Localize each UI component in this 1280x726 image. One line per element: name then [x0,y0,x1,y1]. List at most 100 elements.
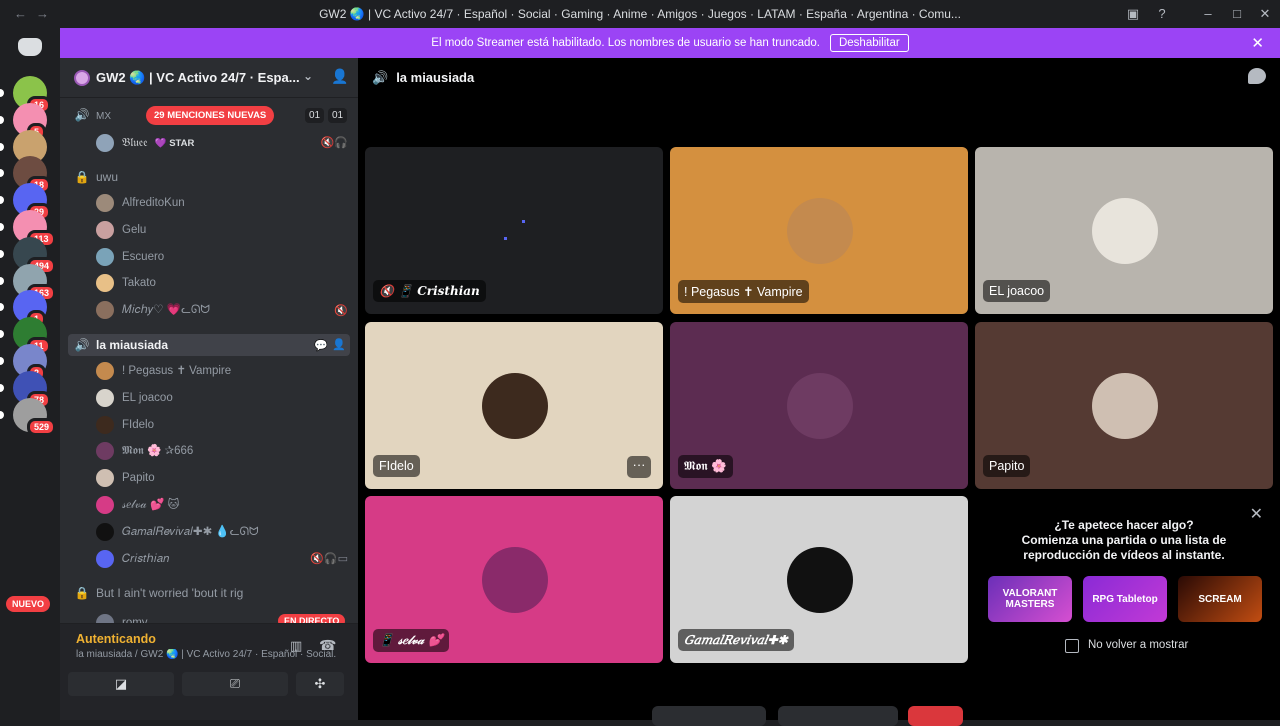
unread-indicator [0,276,4,285]
avatar [96,194,114,212]
avatar [96,301,114,320]
maximize-icon[interactable]: □ [1228,5,1246,23]
dont-show-again-label: No volver a mostrar [1088,639,1189,651]
new-mentions-badge[interactable]: 29 MENCIONES NUEVAS [146,106,275,125]
unread-indicator [0,330,4,339]
chevron-down-icon[interactable]: ⌄ [303,69,313,83]
voice-user[interactable]: Escuero [96,247,164,266]
voice-channel-uwu[interactable]: 🔒 uwu [74,170,119,184]
voice-user[interactable]: ! Pegasus ✝ Vampire [96,362,231,380]
activity-suggestion-panel: ✕ ¿Te apetece hacer algo? Comienza una p… [975,496,1273,663]
minimize-icon[interactable]: – [1199,5,1217,23]
participant-tile[interactable]: 𝐺𝑎𝑚𝑎𝑙𝑅𝑒𝑣𝑖𝑣𝑎𝑙✚✱ [670,496,968,663]
muted-deafened-icon: 🔇🎧▭ [310,553,348,565]
participant-tile[interactable]: EL joacoo [975,147,1273,314]
loading-indicator [504,237,507,240]
close-banner-icon[interactable]: ✕ [1251,34,1264,52]
channel-name: la miausiada [396,70,475,85]
participant-name: Papito [983,455,1031,477]
activity-card-rpg[interactable]: RPG Tabletop [1083,576,1167,622]
unread-indicator [0,249,4,258]
loading-indicator [522,220,525,223]
mic-control[interactable] [652,706,766,726]
dont-show-again-checkbox[interactable] [1065,639,1079,653]
participant-avatar [1092,373,1158,439]
server-rail: 1651829113494163111278529 NUEVO [0,28,60,720]
participant-name: ! Pegasus ✝ Vampire [678,280,809,303]
lock-icon: 🔒 [74,586,90,600]
more-options-icon[interactable]: ··· [627,456,651,478]
disconnect-icon[interactable]: ☎ [319,637,336,654]
voice-user[interactable]: AlfreditoKun [96,194,185,212]
participant-tile[interactable]: 🔇 📱 𝑪𝒓𝒊𝒔𝒕𝒉𝒊𝒂𝒏 [365,147,663,314]
voice-user[interactable]: 𝐺𝑎𝑚𝑎𝑙𝑅𝑒𝑣𝑖𝑣𝑎𝑙✚✱ 💧ᓚᘏᗢ [96,522,259,541]
participant-avatar [787,198,853,264]
user-limit: 01 [328,108,348,123]
screen-share-button[interactable]: ⎚ [182,672,288,696]
voice-user[interactable]: FIdelo [96,415,154,434]
voice-user[interactable]: EL joacoo [96,388,173,407]
voice-user[interactable]: Papito [96,469,155,488]
participant-name: FIdelo [373,455,420,477]
voice-channel-locked[interactable]: 🔒 But I ain't worried 'bout it rig [74,586,244,600]
muted-deafened-icon: 🔇🎧 [320,137,348,149]
voice-user[interactable]: Takato [96,274,156,293]
disable-streamer-button[interactable]: Deshabilitar [829,34,909,52]
window-title: GW2 🌏 | VC Activo 24/7 · Español · Socia… [319,7,961,21]
camera-toggle-button[interactable]: ◪ [68,672,174,696]
speaker-icon: 🔊 [74,338,90,352]
avatar [96,549,114,568]
voice-channel-mx[interactable]: 🔊 MX [74,108,111,122]
invite-people-icon[interactable]: 👤 [331,68,348,85]
invite-icon[interactable]: 👤 [332,338,346,351]
discord-home-icon[interactable] [18,38,42,56]
avatar [96,522,114,541]
streamer-mode-banner: El modo Streamer está habilitado. Los no… [60,28,1280,58]
voice-user[interactable]: 𝐶𝑟𝑖𝑠𝑡ℎ𝑖𝑎𝑛 [96,549,169,568]
participant-tile[interactable]: ! Pegasus ✝ Vampire [670,147,968,314]
unread-indicator [0,410,4,419]
close-window-icon[interactable]: ✕ [1256,5,1274,23]
avatar [96,362,114,380]
banner-text: El modo Streamer está habilitado. Los no… [431,37,820,49]
help-icon[interactable]: ? [1153,5,1171,23]
avatar [96,247,114,266]
camera-control[interactable] [778,706,898,726]
title-bar: ← → GW2 🌏 | VC Activo 24/7 · Español · S… [0,0,1280,28]
voice-user[interactable]: 𝕸𝖔𝖓 🌸 ✰666 [96,442,193,461]
guild-header[interactable]: GW2 🌏 | VC Activo 24/7 · Espa... ⌄ 👤 [60,58,358,98]
chat-icon[interactable]: 💬 [314,339,328,352]
avatar [96,469,114,488]
participant-tile[interactable]: Papito [975,322,1273,489]
voice-user[interactable]: Gelu [96,220,146,239]
activities-button[interactable]: ✣ [296,672,344,696]
unread-indicator [0,303,4,312]
unread-indicator [0,383,4,392]
noise-suppression-icon[interactable]: ▥ [290,638,302,654]
avatar [96,496,114,514]
new-badge[interactable]: NUEVO [6,596,51,612]
guild-name: GW2 🌏 | VC Activo 24/7 · Espa... [96,70,300,85]
participant-name: EL joacoo [983,280,1051,302]
participant-tile[interactable]: 📱 𝓈𝑒𝓁𝓋𝒶 💕 [365,496,663,663]
participant-tile[interactable]: FIdelo ··· [365,322,663,489]
voice-user[interactable]: 𝑀𝑖𝑐ℎ𝑦♡ 💗ᓚᘏᗢ [96,301,210,320]
activity-card-valorant[interactable]: VALORANT MASTERS [988,576,1072,622]
back-arrow-icon[interactable]: ← [14,6,27,21]
participant-tile[interactable]: 𝕸𝖔𝖓 🌸 [670,322,968,489]
unread-indicator [0,89,4,97]
participant-avatar [787,373,853,439]
participant-avatar [482,373,548,439]
voice-user[interactable]: 𝔅𝔩𝔲𝔢𝔢 💜 STAR [96,134,194,152]
participant-name: 🔇 📱 𝑪𝒓𝒊𝒔𝒕𝒉𝒊𝒂𝒏 [373,280,486,302]
inbox-icon[interactable]: ▣ [1124,5,1142,23]
voice-channel-la-miausiada[interactable]: 🔊 la miausiada [74,338,169,352]
activity-card-scream[interactable]: SCREAM [1178,576,1262,622]
forward-arrow-icon[interactable]: → [36,6,49,21]
voice-user[interactable]: 𝓈𝑒𝓁𝓋𝒶 💕 🐱 [96,496,179,514]
chat-icon[interactable] [1248,68,1266,84]
channel-sidebar: GW2 🌏 | VC Activo 24/7 · Espa... ⌄ 👤 🔊 MX… [60,58,358,720]
channel-header: 🔊 la miausiada [372,70,474,86]
participant-name: 𝐺𝑎𝑚𝑎𝑙𝑅𝑒𝑣𝑖𝑣𝑎𝑙✚✱ [678,629,794,651]
leave-call-button[interactable] [908,706,963,726]
